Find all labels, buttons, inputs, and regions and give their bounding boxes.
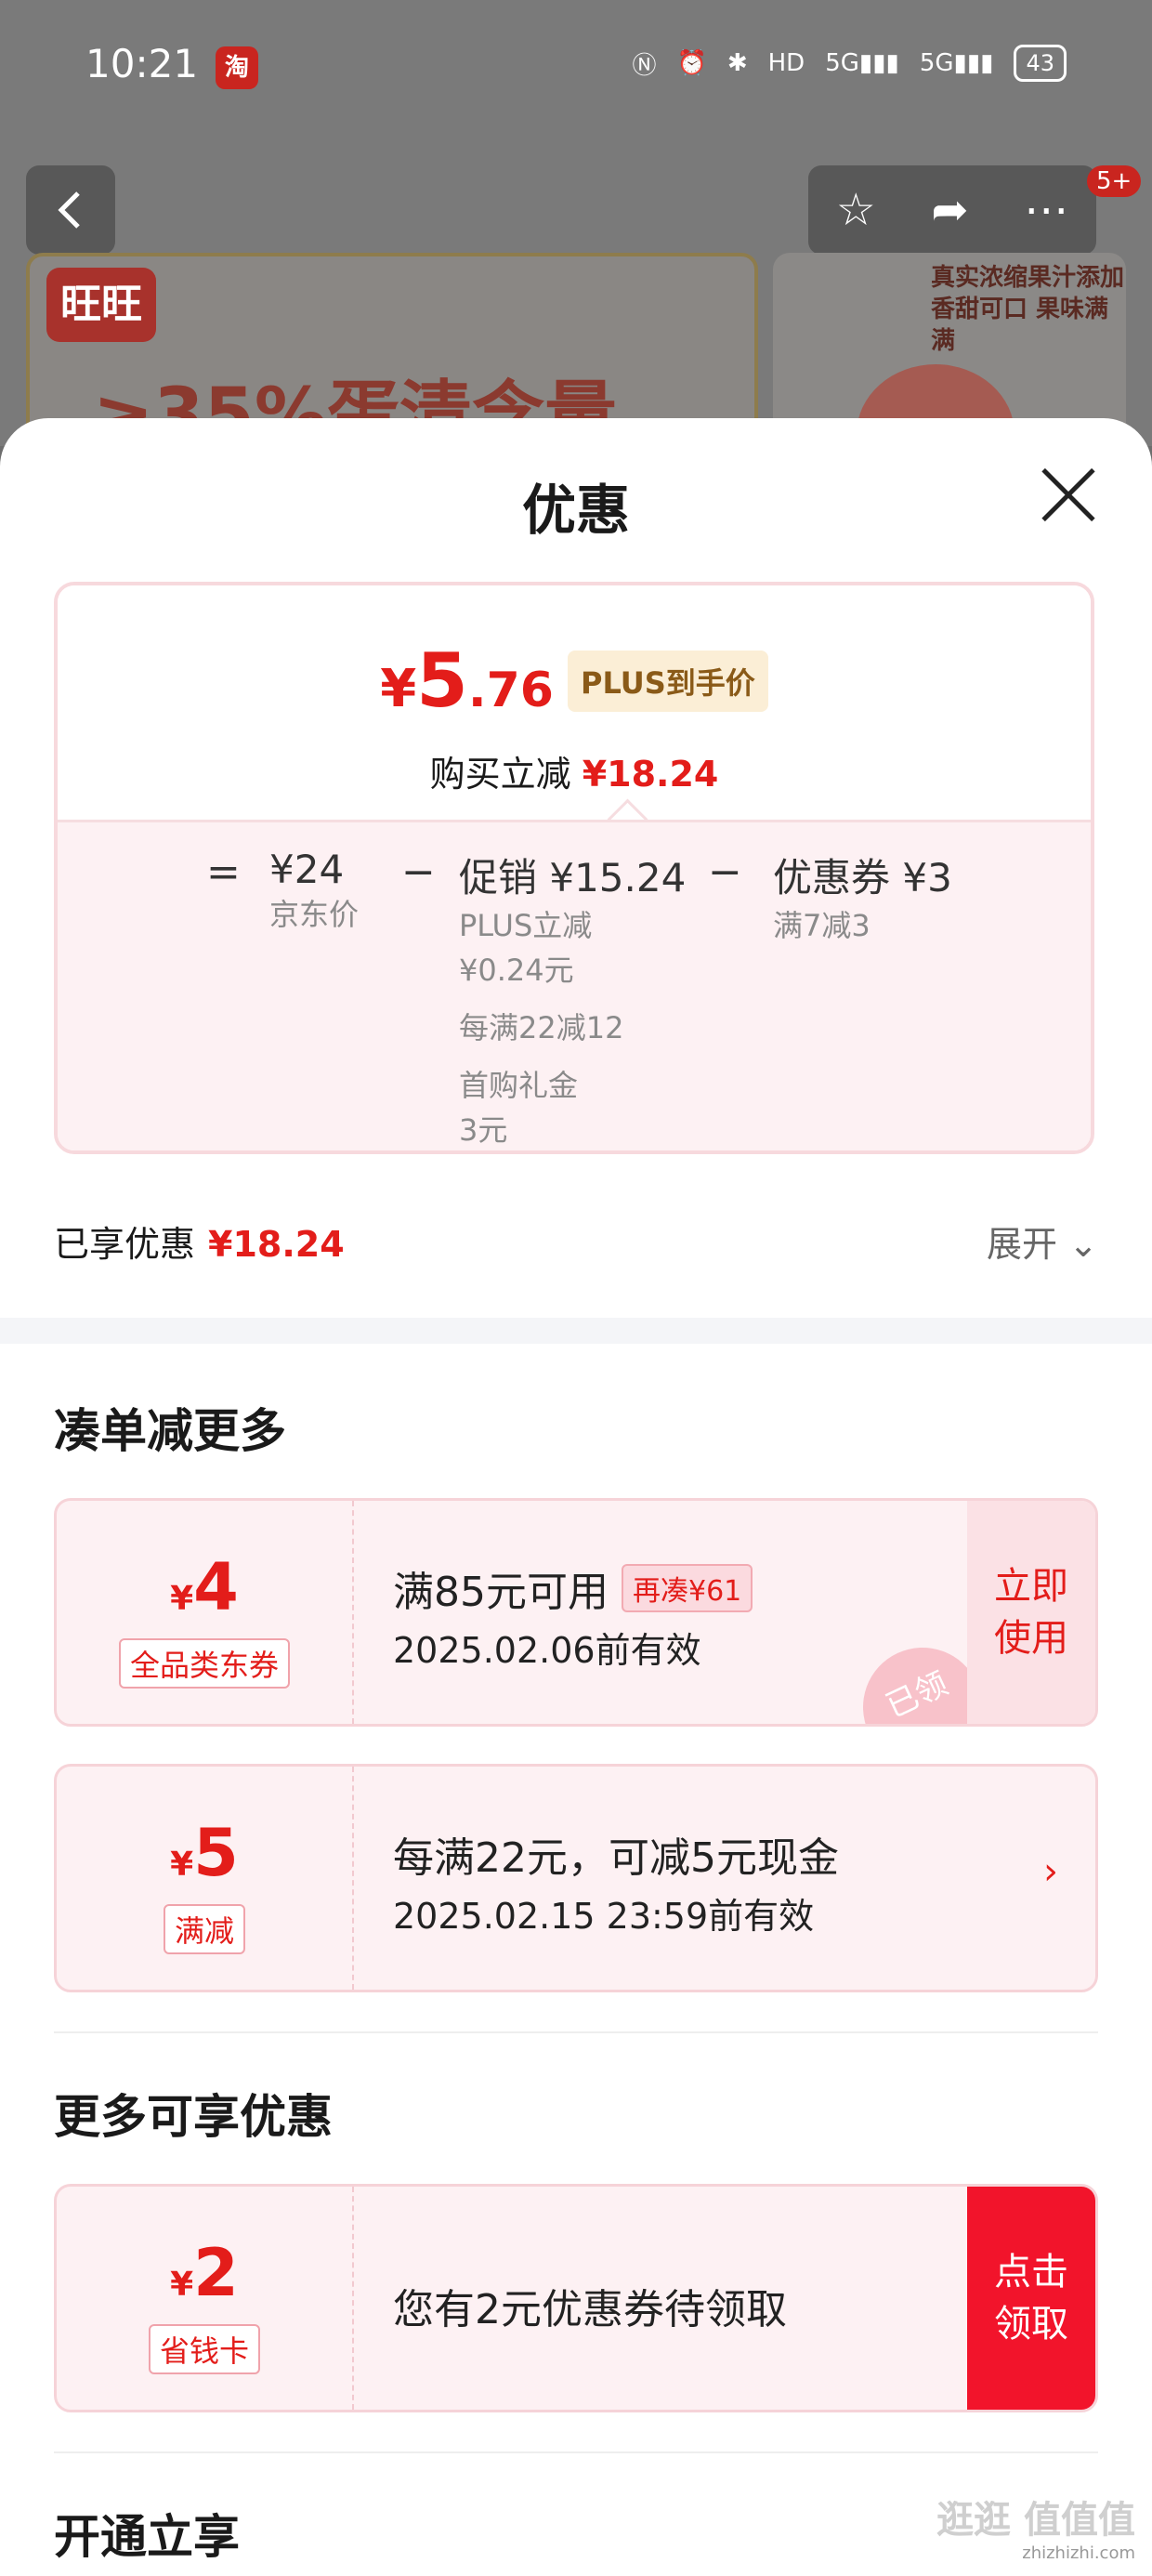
5g-signal-icon: 5G▮▮▮ <box>825 49 899 77</box>
promo-col: 促销 ¥15.24 PLUS立减 ¥0.24元 每满22减12 首购礼金 3元 <box>459 847 687 1150</box>
clock: 10:21 <box>85 41 199 86</box>
expand-toggle[interactable]: 展开 ⌄ <box>987 1216 1098 1267</box>
coupon-col: 优惠券 ¥3 满7减3 <box>773 847 952 948</box>
watermark-url: zhizhizhi.com <box>1022 2543 1135 2563</box>
use-now-button[interactable]: 立即 使用 <box>967 1501 1095 1724</box>
coupon-currency: ¥ <box>170 1846 194 1884</box>
expand-label: 展开 <box>987 1224 1058 1265</box>
jd-price: ¥24 <box>269 847 345 892</box>
section-title-more-benefits: 更多可享优惠 <box>54 2090 333 2144</box>
coupon-amount: ¥5 <box>57 1815 352 1891</box>
coupon-amount: ¥2 <box>57 2235 352 2311</box>
coupon-total: 优惠券 ¥3 <box>773 855 952 900</box>
coupon-type: 省钱卡 <box>57 2324 352 2374</box>
coupon-type-label: 省钱卡 <box>148 2324 260 2374</box>
coupon-card[interactable]: ¥5 满减 每满22元，可减5元现金 2025.02.15 23:59前有效 › <box>54 1764 1098 1992</box>
banner-2-text: 真实浓缩果汁添加 香甜可口 果味满满 <box>931 264 1125 355</box>
enjoyed-discount: 已享优惠 ¥18.24 <box>54 1216 345 1267</box>
share-icon[interactable]: ➦ <box>931 184 968 236</box>
add-more-tag: 再凑¥61 <box>622 1564 753 1612</box>
chevron-left-icon <box>58 191 80 229</box>
coupon-condition: 满7减3 <box>773 908 871 943</box>
coupon-description: 您有2元优惠券待领取 <box>393 2286 787 2333</box>
alarm-icon: ⏰ <box>676 49 707 77</box>
bluetooth-icon: ✱ <box>727 49 748 77</box>
promo-item: 3元 <box>459 1112 508 1148</box>
discount-sheet: 优惠 ¥5.76 PLUS到手价 购买立减 ¥18.24 = ¥24 京东价 − … <box>0 418 1152 2576</box>
coupon-condition: 每满22元，可减5元现金 <box>393 1834 839 1882</box>
coupon-value: 4 <box>193 1549 239 1625</box>
chevron-right-icon[interactable]: › <box>1043 1850 1058 1893</box>
coupon-value: 5 <box>193 1815 239 1891</box>
hd-icon: HD <box>767 49 805 77</box>
price-top: ¥5.76 PLUS到手价 购买立减 ¥18.24 <box>58 585 1091 840</box>
coupon-amount: ¥4 <box>57 1549 352 1625</box>
jd-price-col: ¥24 京东价 <box>269 847 359 937</box>
coupon-expiry: 2025.02.15 23:59前有效 <box>393 1896 815 1937</box>
claim-button[interactable]: 点击 领取 <box>967 2187 1095 2410</box>
promo-item: ¥0.24元 <box>459 953 574 988</box>
coupon-expiry: 2025.02.06前有效 <box>393 1630 701 1671</box>
section-title-open: 开通立享 <box>54 2510 240 2564</box>
promo-item: 每满22减12 <box>459 1010 624 1045</box>
price-decimal: .76 <box>467 663 554 718</box>
coupon-condition-text: 满85元可用 <box>393 1569 609 1616</box>
more-icon[interactable]: ⋯ <box>1024 184 1068 236</box>
watermark: 逛逛 值值值 zhizhizhi.com <box>936 2490 1135 2563</box>
message-count-badge: 5+ <box>1087 165 1142 197</box>
instant-reduce: 购买立减 ¥18.24 <box>58 745 1091 796</box>
enjoyed-value: ¥18.24 <box>208 1224 345 1265</box>
coupon-currency: ¥ <box>170 2266 194 2304</box>
coupon-condition: 满85元可用 再凑¥61 <box>393 1558 753 1618</box>
divider <box>54 2031 1098 2033</box>
final-price: ¥5.76 PLUS到手价 <box>58 637 1091 724</box>
top-action-group: ☆ ➦ ⋯ <box>808 165 1096 255</box>
chevron-down-icon: ⌄ <box>1068 1224 1098 1265</box>
status-bar: 10:21 淘 Ⓝ ⏰ ✱ HD 5G▮▮▮ 5G▮▮▮ 43 <box>0 0 1152 139</box>
price-breakdown-card: ¥5.76 PLUS到手价 购买立减 ¥18.24 = ¥24 京东价 − 促销 … <box>54 582 1094 1154</box>
section-title-more-order: 凑单减更多 <box>54 1404 286 1458</box>
nfc-icon: Ⓝ <box>632 51 657 80</box>
price-integer: 5 <box>416 637 468 724</box>
currency-symbol: ¥ <box>380 659 417 719</box>
5g-signal-icon: 5G▮▮▮ <box>919 49 994 77</box>
section-divider <box>0 1318 1152 1344</box>
coupon-card[interactable]: ¥4 全品类东券 满85元可用 再凑¥61 2025.02.06前有效 已领 立即… <box>54 1498 1098 1727</box>
reduce-label: 购买立减 <box>429 754 571 795</box>
system-icons: Ⓝ ⏰ ✱ HD 5G▮▮▮ 5G▮▮▮ 43 <box>632 45 1067 82</box>
coupon-type-label: 全品类东券 <box>118 1638 290 1689</box>
reduce-value: ¥18.24 <box>582 754 719 795</box>
brand-logo: 旺旺 <box>46 268 156 342</box>
coupon-type: 全品类东券 <box>57 1638 352 1689</box>
close-icon[interactable] <box>1039 465 1098 524</box>
coupon-type: 满减 <box>57 1904 352 1954</box>
promo-item: PLUS立减 <box>459 908 593 943</box>
price-formula: = ¥24 京东价 − 促销 ¥15.24 PLUS立减 ¥0.24元 每满22… <box>58 820 1091 1150</box>
equals-sign: = <box>206 848 241 896</box>
coupon-type-label: 满减 <box>163 1904 245 1954</box>
back-button[interactable] <box>26 165 115 255</box>
minus-sign: − <box>708 848 742 896</box>
plus-price-tag: PLUS到手价 <box>568 651 768 712</box>
taobao-app-icon: 淘 <box>216 46 258 89</box>
background-page: 10:21 淘 Ⓝ ⏰ ✱ HD 5G▮▮▮ 5G▮▮▮ 43 ☆ ➦ ⋯ 5+… <box>0 0 1152 455</box>
star-icon[interactable]: ☆ <box>836 184 876 236</box>
jd-price-label: 京东价 <box>269 897 360 932</box>
enjoyed-label: 已享优惠 <box>54 1224 196 1265</box>
coupon-value: 2 <box>193 2235 239 2311</box>
watermark-text: 逛逛 值值值 <box>936 2499 1135 2542</box>
minus-sign: − <box>401 848 436 896</box>
promo-item: 首购礼金 <box>459 1068 579 1103</box>
battery-icon: 43 <box>1014 45 1067 82</box>
promo-total: 促销 ¥15.24 <box>459 855 687 900</box>
sheet-title: 优惠 <box>521 479 630 542</box>
coupon-currency: ¥ <box>170 1580 194 1618</box>
divider <box>54 2451 1098 2453</box>
coupon-card[interactable]: ¥2 省钱卡 您有2元优惠券待领取 点击 领取 <box>54 2184 1098 2412</box>
